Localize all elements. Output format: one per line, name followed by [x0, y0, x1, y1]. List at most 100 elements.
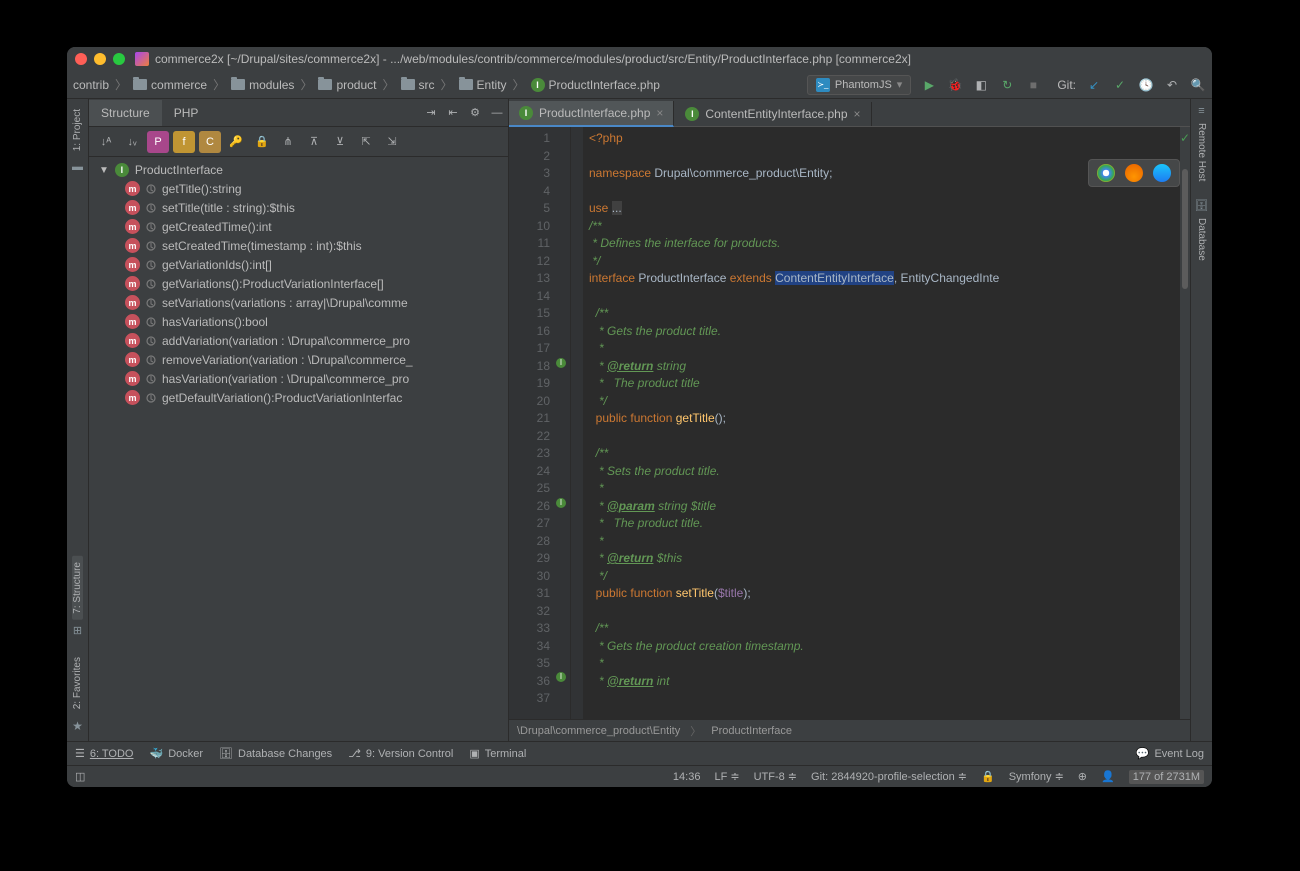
inspection-ok-icon[interactable]: ✓ — [1180, 131, 1190, 145]
firefox-icon[interactable] — [1125, 164, 1143, 182]
show-includes-icon[interactable]: ⋔ — [277, 131, 299, 153]
sort-alpha-icon[interactable]: ↓ᴬ — [95, 131, 117, 153]
lock-icon[interactable]: 🔒 — [981, 770, 995, 783]
debug-button[interactable]: 🐞 — [947, 77, 963, 93]
git-branch[interactable]: Git: 2844920-profile-selection ≑ — [811, 770, 967, 783]
collapse-selection-icon[interactable]: ⇤ — [442, 102, 464, 124]
event-log-button[interactable]: 💬 Event Log — [1136, 747, 1204, 760]
breadcrumb[interactable]: commerce — [133, 78, 207, 92]
git-update-button[interactable]: ↙ — [1086, 77, 1102, 93]
navigation-bar: contrib〉 commerce〉 modules〉 product〉 src… — [67, 71, 1212, 99]
tree-method[interactable]: mgetVariationIds():int[] — [89, 255, 508, 274]
tree-method[interactable]: msetTitle(title : string):$this — [89, 198, 508, 217]
scroll-thumb[interactable] — [1182, 169, 1188, 289]
star-icon: ★ — [72, 719, 83, 733]
breadcrumb[interactable]: modules — [231, 78, 294, 92]
editor-tab[interactable]: I ContentEntityInterface.php × — [675, 102, 871, 126]
tree-method[interactable]: mhasVariation(variation : \Drupal\commer… — [89, 369, 508, 388]
terminal-button[interactable]: ▣ Terminal — [469, 747, 526, 760]
minimize-icon[interactable] — [94, 53, 106, 65]
tree-interface[interactable]: ▼ I ProductInterface — [89, 161, 508, 179]
autoscroll-to-icon[interactable]: ⇱ — [355, 131, 377, 153]
run-button[interactable]: ▶ — [921, 77, 937, 93]
sort-visibility-icon[interactable]: ↓ᵥ — [121, 131, 143, 153]
tree-method[interactable]: mgetCreatedTime():int — [89, 217, 508, 236]
search-button[interactable]: 🔍 — [1190, 77, 1206, 93]
override-marker-icon[interactable]: I — [556, 358, 566, 368]
rail-project[interactable]: 1: Project — [72, 103, 83, 157]
version-control-button[interactable]: ⎇ 9: Version Control — [348, 747, 453, 760]
framework[interactable]: Symfony ≑ — [1009, 770, 1064, 783]
todo-button[interactable]: ☰ 6: TODO — [75, 747, 133, 760]
revert-button[interactable]: ↶ — [1164, 77, 1180, 93]
rerun-button[interactable]: ↻ — [999, 77, 1015, 93]
tree-method[interactable]: mgetVariations():ProductVariationInterfa… — [89, 274, 508, 293]
breadcrumb-path[interactable]: \Drupal\commerce_product\Entity〉ProductI… — [509, 719, 1190, 741]
tree-method[interactable]: mgetDefaultVariation():ProductVariationI… — [89, 388, 508, 407]
editor-tabs: I ProductInterface.php × I ContentEntity… — [509, 99, 1190, 127]
breadcrumb[interactable]: contrib — [73, 78, 109, 92]
chrome-icon[interactable] — [1097, 164, 1115, 182]
close-icon[interactable] — [75, 53, 87, 65]
cursor-position[interactable]: 14:36 — [673, 771, 701, 783]
encoding[interactable]: UTF-8 ≑ — [754, 770, 797, 783]
coverage-button[interactable]: ◧ — [973, 77, 989, 93]
tab-structure[interactable]: Structure — [89, 100, 162, 126]
stop-button[interactable]: ■ — [1025, 77, 1041, 93]
tree-method[interactable]: msetCreatedTime(timestamp : int):$this — [89, 236, 508, 255]
services-icon[interactable]: ⊕ — [1078, 770, 1087, 783]
rail-structure[interactable]: 7: Structure — [72, 556, 83, 620]
tree-method[interactable]: msetVariations(variations : array|\Drupa… — [89, 293, 508, 312]
breadcrumb[interactable]: IProductInterface.php — [531, 78, 660, 92]
show-inherited-icon[interactable]: 🔑 — [225, 131, 247, 153]
method-icon: m — [125, 257, 140, 272]
tree-method[interactable]: maddVariation(variation : \Drupal\commer… — [89, 331, 508, 350]
rail-remote-host[interactable]: Remote Host — [1196, 117, 1207, 187]
rail-favorites[interactable]: 2: Favorites — [72, 651, 83, 715]
settings-icon[interactable]: ⚙ — [464, 102, 486, 124]
tab-php[interactable]: PHP — [162, 100, 211, 126]
git-label: Git: — [1057, 78, 1076, 92]
vertical-scrollbar[interactable]: ✓ — [1180, 127, 1190, 719]
expand-all-icon[interactable]: ⊼ — [303, 131, 325, 153]
override-icon — [146, 222, 156, 232]
rail-database[interactable]: Database — [1196, 212, 1207, 267]
memory-indicator[interactable]: 177 of 2731M — [1129, 770, 1204, 784]
fold-bar[interactable] — [571, 127, 583, 719]
inspections-icon[interactable]: 👤 — [1101, 770, 1115, 783]
editor-panel: I ProductInterface.php × I ContentEntity… — [509, 99, 1190, 741]
tool-window-toggle[interactable]: ◫ — [75, 770, 85, 783]
show-private-icon[interactable]: 🔒 — [251, 131, 273, 153]
expand-selection-icon[interactable]: ⇥ — [420, 102, 442, 124]
safari-icon[interactable] — [1153, 164, 1171, 182]
autoscroll-from-icon[interactable]: ⇲ — [381, 131, 403, 153]
maximize-icon[interactable] — [113, 53, 125, 65]
gutter[interactable]: 1234510111213141516171819202122232425262… — [509, 127, 571, 719]
close-icon[interactable]: × — [854, 107, 861, 121]
history-button[interactable]: 🕓 — [1138, 77, 1154, 93]
override-marker-icon[interactable]: I — [556, 672, 566, 682]
collapse-all-icon[interactable]: ⊻ — [329, 131, 351, 153]
docker-button[interactable]: 🐳Docker — [149, 747, 203, 760]
database-changes-button[interactable]: 🗄 Database Changes — [219, 747, 332, 760]
show-constants-icon[interactable]: C — [199, 131, 221, 153]
code-editor[interactable]: <?php namespace Drupal\commerce_product\… — [583, 127, 1180, 719]
run-configuration[interactable]: ≻_ PhantomJS▾ — [807, 75, 911, 95]
tree-method[interactable]: mhasVariations():bool — [89, 312, 508, 331]
hide-icon[interactable]: — — [486, 102, 508, 124]
ide-window: commerce2x [~/Drupal/sites/commerce2x] -… — [67, 47, 1212, 787]
override-marker-icon[interactable]: I — [556, 498, 566, 508]
show-properties-icon[interactable]: P — [147, 131, 169, 153]
show-fields-icon[interactable]: f — [173, 131, 195, 153]
git-commit-button[interactable]: ✓ — [1112, 77, 1128, 93]
editor-tab[interactable]: I ProductInterface.php × — [509, 101, 674, 127]
method-icon: m — [125, 219, 140, 234]
tree-method[interactable]: mremoveVariation(variation : \Drupal\com… — [89, 350, 508, 369]
folder-icon — [133, 79, 147, 90]
tree-method[interactable]: mgetTitle():string — [89, 179, 508, 198]
line-separator[interactable]: LF ≑ — [714, 770, 739, 783]
breadcrumb[interactable]: Entity — [459, 78, 507, 92]
breadcrumb[interactable]: src — [401, 78, 435, 92]
close-icon[interactable]: × — [656, 106, 663, 120]
breadcrumb[interactable]: product — [318, 78, 376, 92]
